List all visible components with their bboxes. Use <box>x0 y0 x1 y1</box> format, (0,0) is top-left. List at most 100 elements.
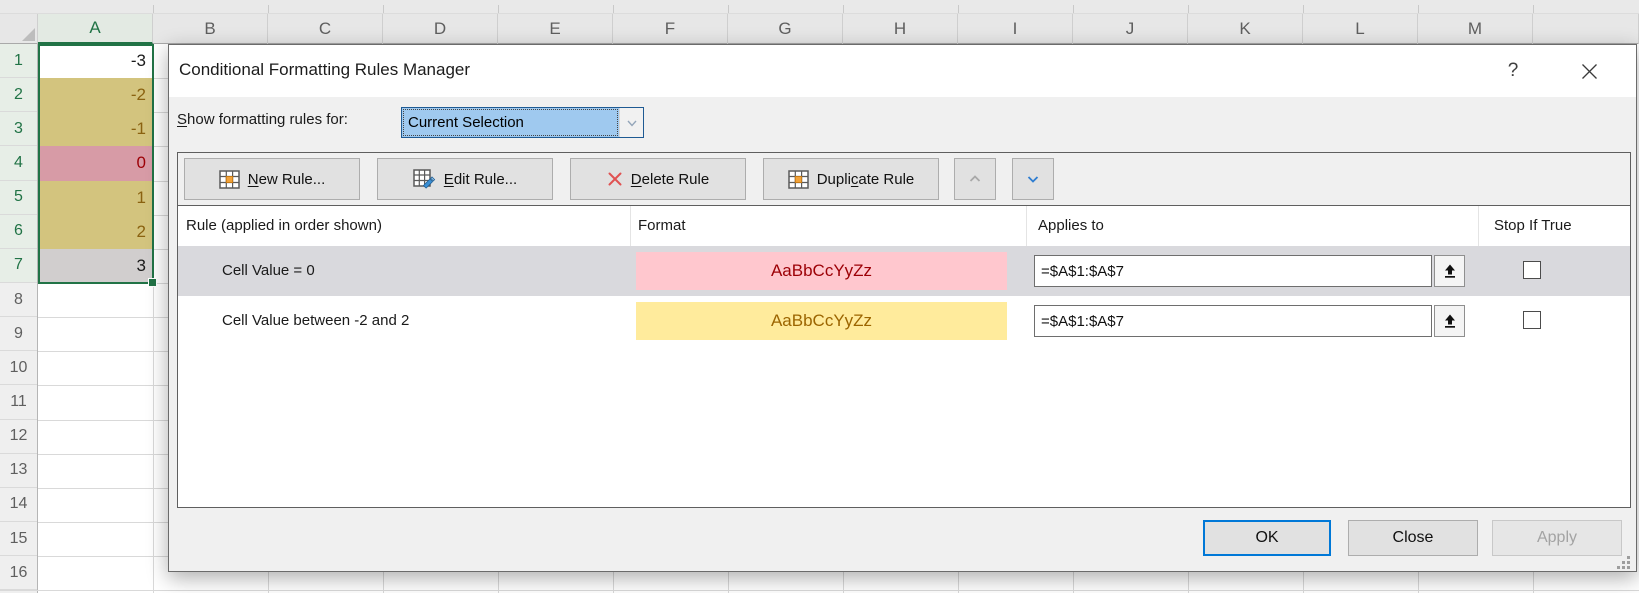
column-header-A[interactable]: A <box>38 14 153 44</box>
column-separator <box>1026 206 1027 246</box>
move-rule-up-button[interactable] <box>954 158 996 200</box>
column-header-M[interactable]: M <box>1418 14 1533 44</box>
column-header-B[interactable]: B <box>153 14 268 44</box>
column-tick <box>1073 5 1074 13</box>
column-header-I[interactable]: I <box>958 14 1073 44</box>
select-all-triangle-icon <box>22 28 35 41</box>
header-stop-if-true: Stop If True <box>1494 206 1572 246</box>
delete-rule-button[interactable]: Delete Rule <box>570 158 746 200</box>
selection-border <box>38 44 154 284</box>
applies-to-input[interactable] <box>1034 255 1432 287</box>
column-tick <box>613 5 614 13</box>
duplicate-rule-button[interactable]: Duplicate Rule <box>763 158 939 200</box>
gridline <box>1533 572 1534 593</box>
edit-rule-label: Edit Rule... <box>444 171 517 188</box>
column-tick <box>843 5 844 13</box>
row-header-3[interactable]: 3 <box>0 112 37 146</box>
ok-button[interactable]: OK <box>1203 520 1331 556</box>
table-grid-icon <box>219 170 240 189</box>
gridline <box>0 590 1639 591</box>
collapse-dialog-button[interactable] <box>1434 255 1465 287</box>
fill-handle[interactable] <box>148 278 157 287</box>
column-tick <box>268 5 269 13</box>
new-rule-button[interactable]: New Rule... <box>184 158 360 200</box>
rules-toolbar: New Rule... Edit Rule... Delete Rul <box>178 153 1630 206</box>
delete-rule-label: Delete Rule <box>631 171 709 188</box>
row-header-2[interactable]: 2 <box>0 78 37 112</box>
column-header-G[interactable]: G <box>728 14 843 44</box>
header-applies-to: Applies to <box>1038 206 1104 246</box>
row-header-14[interactable]: 14 <box>0 488 37 522</box>
column-tick <box>1418 5 1419 13</box>
row-header-1[interactable]: 1 <box>0 44 37 78</box>
table-grid-icon <box>788 170 809 189</box>
gridline <box>38 317 168 318</box>
duplicate-rule-label: Duplicate Rule <box>817 171 915 188</box>
dialog-titlebar: Conditional Formatting Rules Manager ? <box>169 45 1636 97</box>
dropdown-arrow-button[interactable] <box>619 108 643 137</box>
close-dialog-button[interactable]: Close <box>1348 520 1478 556</box>
format-preview: AaBbCcYyZz <box>636 252 1007 290</box>
row-header-13[interactable]: 13 <box>0 454 37 488</box>
row-header-7[interactable]: 7 <box>0 249 37 283</box>
row-header-5[interactable]: 5 <box>0 181 37 215</box>
row-header-16[interactable]: 16 <box>0 556 37 590</box>
stop-if-true-checkbox[interactable] <box>1523 261 1541 279</box>
gridline <box>38 420 168 421</box>
gridline <box>38 556 168 557</box>
gridline <box>38 351 168 352</box>
row-header-15[interactable]: 15 <box>0 522 37 556</box>
row-header-8[interactable]: 8 <box>0 283 37 317</box>
column-tick <box>1188 5 1189 13</box>
resize-grip[interactable] <box>1617 556 1620 559</box>
gridline <box>38 454 168 455</box>
gridline <box>498 572 499 593</box>
gridline <box>1188 572 1189 593</box>
column-separator <box>1478 206 1479 246</box>
column-header-J[interactable]: J <box>1073 14 1188 44</box>
chevron-up-icon <box>967 171 983 187</box>
column-tick <box>1533 5 1534 13</box>
gridline <box>1073 572 1074 593</box>
column-header-C[interactable]: C <box>268 14 383 44</box>
close-button[interactable] <box>1573 57 1605 85</box>
column-header-K[interactable]: K <box>1188 14 1303 44</box>
new-rule-label: New Rule... <box>248 171 326 188</box>
rules-list-container: New Rule... Edit Rule... Delete Rul <box>177 152 1631 508</box>
column-tick <box>153 5 154 13</box>
collapse-dialog-icon <box>1442 313 1458 329</box>
edit-rule-button[interactable]: Edit Rule... <box>377 158 553 200</box>
row-header-11[interactable]: 11 <box>0 385 37 419</box>
applies-to-input[interactable] <box>1034 305 1432 337</box>
row-header-4[interactable]: 4 <box>0 146 37 180</box>
stop-if-true-checkbox[interactable] <box>1523 311 1541 329</box>
column-separator <box>630 206 631 246</box>
column-header-D[interactable]: D <box>383 14 498 44</box>
row-header-10[interactable]: 10 <box>0 351 37 385</box>
column-header-H[interactable]: H <box>843 14 958 44</box>
rule-description: Cell Value = 0 <box>222 246 315 296</box>
help-button[interactable]: ? <box>1499 57 1527 85</box>
move-rule-down-button[interactable] <box>1012 158 1054 200</box>
show-rules-dropdown[interactable]: Current Selection <box>401 107 644 138</box>
row-header-9[interactable]: 9 <box>0 317 37 351</box>
header-format: Format <box>638 206 686 246</box>
row-header-12[interactable]: 12 <box>0 420 37 454</box>
collapse-dialog-button[interactable] <box>1434 305 1465 337</box>
rule-row[interactable]: Cell Value between -2 and 2AaBbCcYyZz <box>178 296 1630 346</box>
column-header-E[interactable]: E <box>498 14 613 44</box>
rule-description: Cell Value between -2 and 2 <box>222 296 409 346</box>
gridline <box>38 522 168 523</box>
row-header-6[interactable]: 6 <box>0 215 37 249</box>
column-header-L[interactable]: L <box>1303 14 1418 44</box>
rule-row[interactable]: Cell Value = 0 AaBbCcYyZz <box>178 246 1630 296</box>
select-all-corner[interactable] <box>0 14 38 44</box>
gridline <box>1418 572 1419 593</box>
list-header: Rule (applied in order shown) Format App… <box>178 206 1630 246</box>
gridline <box>383 572 384 593</box>
column-tick <box>728 5 729 13</box>
column-header-F[interactable]: F <box>613 14 728 44</box>
dropdown-selected-value: Current Selection <box>402 108 619 137</box>
gridline <box>268 572 269 593</box>
gridline <box>1303 572 1304 593</box>
